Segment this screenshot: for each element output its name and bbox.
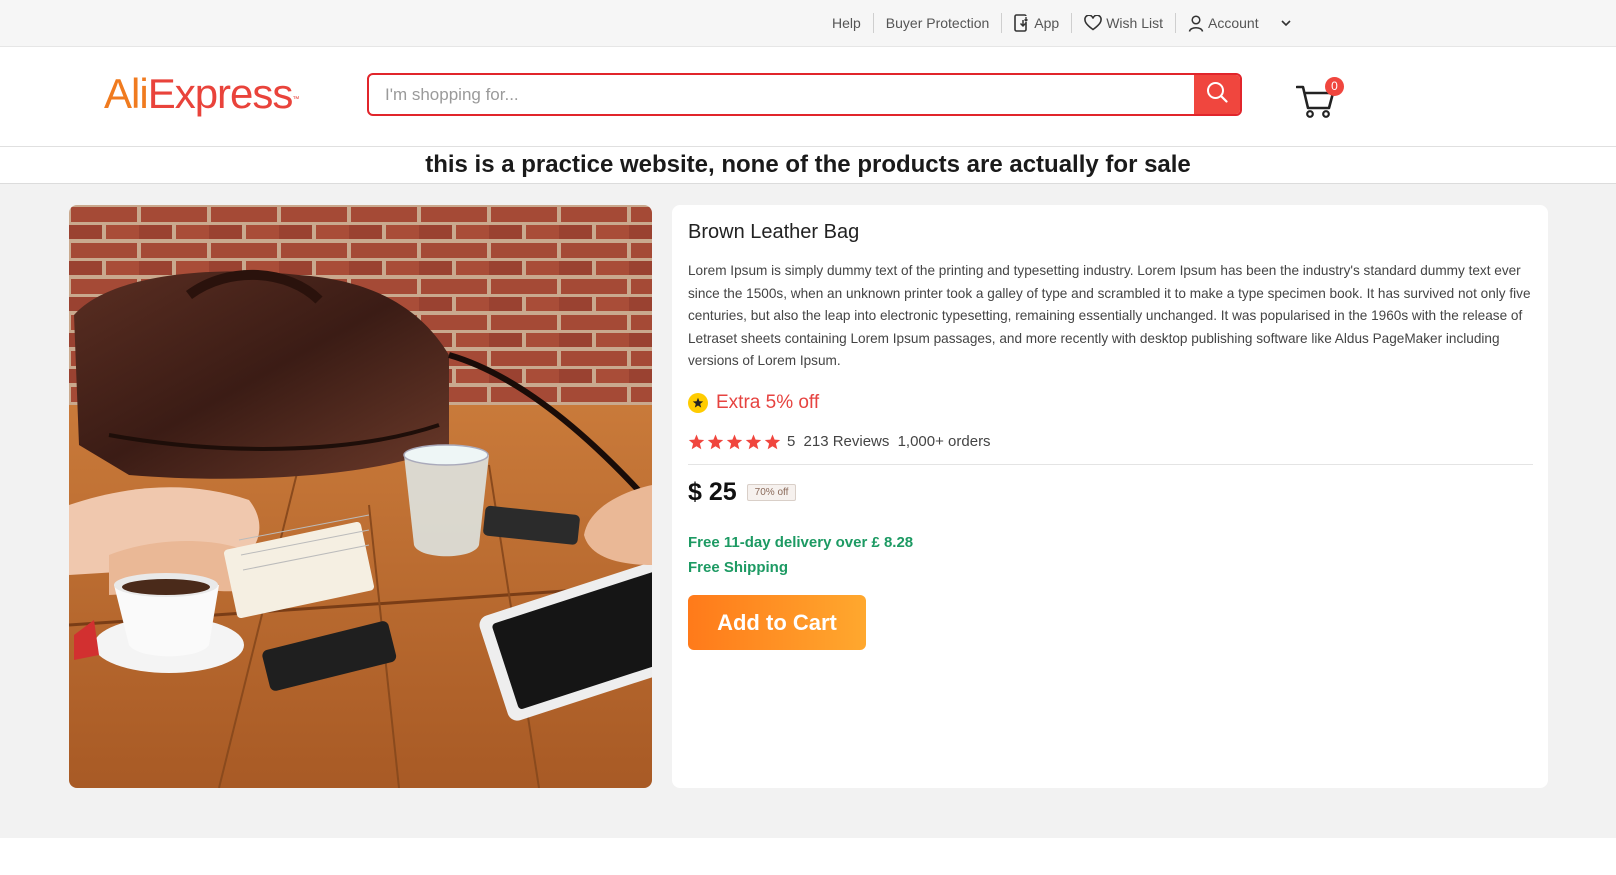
product-section: Brown Leather Bag Lorem Ipsum is simply … (0, 184, 1616, 838)
star-rating (688, 434, 781, 450)
star-icon (707, 434, 724, 449)
star-coin-icon (688, 393, 708, 413)
product-title: Brown Leather Bag (688, 221, 860, 243)
aliexpress-logo[interactable]: AliExpress™ (104, 69, 299, 119)
help-link[interactable]: Help (820, 15, 873, 31)
site-header: AliExpress™ 0 (0, 47, 1616, 147)
divider (688, 464, 1533, 465)
star-icon (688, 434, 705, 449)
price-row: $ 25 70% off (688, 478, 797, 507)
rating-row: 5 213 Reviews 1,000+ orders (688, 433, 995, 450)
notice-text: this is a practice website, none of the … (425, 151, 1191, 178)
promo-text: Extra 5% off (716, 392, 820, 413)
wish-list-link[interactable]: Wish List (1072, 15, 1175, 31)
practice-notice-banner: this is a practice website, none of the … (0, 147, 1616, 184)
search-icon (1206, 81, 1228, 108)
cart-count-badge: 0 (1325, 77, 1344, 96)
buyer-protection-link[interactable]: Buyer Protection (874, 15, 1002, 31)
cart-button[interactable]: 0 (1296, 77, 1348, 121)
logo-trademark: ™ (292, 96, 299, 103)
orders-count: 1,000+ orders (897, 433, 991, 450)
app-label: App (1034, 15, 1060, 31)
delivery-info: Free 11-day delivery over £ 8.28 (688, 534, 914, 551)
free-shipping-label: Free Shipping (688, 559, 789, 576)
help-label: Help (832, 15, 861, 31)
product-photo-illustration (69, 205, 652, 788)
price-amount: $ 25 (688, 478, 737, 506)
product-details-panel: Brown Leather Bag Lorem Ipsum is simply … (672, 205, 1548, 788)
app-download-icon (1014, 14, 1030, 32)
wish-list-label: Wish List (1106, 15, 1164, 31)
search-button[interactable] (1194, 75, 1240, 114)
rating-value: 5 (787, 433, 796, 450)
top-utility-bar: Help Buyer Protection App Wish List Acco… (0, 0, 1616, 47)
heart-icon (1084, 15, 1103, 31)
product-image (69, 205, 652, 788)
product-description: Lorem Ipsum is simply dummy text of the … (688, 263, 1531, 368)
app-link[interactable]: App (1002, 14, 1071, 32)
search-input[interactable] (369, 75, 1194, 114)
add-to-cart-button[interactable]: Add to Cart (688, 595, 866, 650)
account-link[interactable]: Account (1176, 14, 1303, 32)
account-label: Account (1208, 15, 1259, 31)
rating-meta: 5 213 Reviews 1,000+ orders (787, 433, 995, 450)
logo-ali-text: Ali (104, 70, 149, 117)
buyer-protection-label: Buyer Protection (885, 15, 990, 31)
star-icon (745, 434, 762, 449)
promo-extra-off: Extra 5% off (688, 392, 819, 414)
reviews-link[interactable]: 213 Reviews (804, 433, 890, 450)
search-bar (367, 73, 1242, 116)
logo-express-text: Express (147, 70, 294, 117)
star-icon (726, 434, 743, 449)
discount-badge: 70% off (746, 484, 797, 501)
user-icon (1188, 14, 1204, 32)
chevron-down-icon[interactable] (1263, 19, 1291, 27)
top-nav: Help Buyer Protection App Wish List Acco… (820, 0, 1303, 46)
star-icon (764, 434, 781, 449)
